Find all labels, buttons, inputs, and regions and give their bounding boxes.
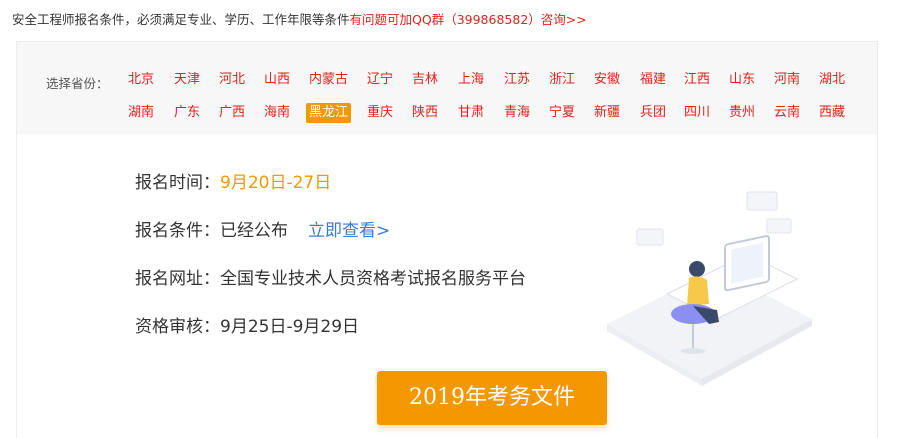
province-item[interactable]: 湖南 [125, 103, 157, 123]
province-item[interactable]: 山东 [726, 70, 758, 90]
province-item[interactable]: 湖北 [816, 70, 848, 90]
province-item[interactable]: 辽宁 [364, 70, 396, 90]
person-at-computer-illustration [607, 191, 812, 386]
province-item[interactable]: 浙江 [546, 70, 578, 90]
exam-info-panel: 选择省份： 北京 天津 河北 山西 内蒙古 辽宁 吉林 上海 江苏 浙江 安徽 福建 江西 山东 河南 湖北湖… [16, 41, 878, 438]
province-item[interactable]: 青海 [501, 103, 533, 123]
reg-time-value: 9月20日-27日 [220, 173, 332, 193]
province-item[interactable]: 海南 [261, 103, 293, 123]
province-item[interactable]: 兵团 [637, 103, 669, 123]
province-item[interactable]: 新疆 [591, 103, 623, 123]
review-row: 资格审核：9月25日-9月29日 [135, 312, 359, 337]
exam-info-content: 报名时间：9月20日-27日 报名条件：已经公布 立即查看> 报名网址：全国专业技… [17, 134, 877, 438]
province-item[interactable]: 广西 [216, 103, 248, 123]
province-item[interactable]: 甘肃 [455, 103, 487, 123]
notice-text: 安全工程师报名条件，必须满足专业、学历、工作年限等条件 [12, 12, 350, 27]
province-item[interactable]: 重庆 [364, 103, 396, 123]
province-item[interactable]: 云南 [771, 103, 803, 123]
province-item[interactable]: 北京 [125, 70, 157, 90]
province-item[interactable]: 广东 [171, 103, 203, 123]
qq-group-link[interactable]: 有问题可加QQ群（399868582）咨询>> [350, 12, 587, 27]
province-item[interactable]: 宁夏 [546, 103, 578, 123]
view-now-link[interactable]: 立即查看> [308, 221, 390, 241]
province-item[interactable]: 陕西 [409, 103, 441, 123]
province-label: 选择省份： [46, 76, 109, 91]
reg-site-value: 全国专业技术人员资格考试报名服务平台 [220, 269, 526, 289]
province-item[interactable]: 贵州 [726, 103, 758, 123]
reg-time-row: 报名时间：9月20日-27日 [135, 168, 331, 193]
province-item[interactable]: 天津 [171, 70, 203, 90]
province-item[interactable]: 黑龙江 [306, 103, 352, 123]
province-item[interactable]: 福建 [637, 70, 669, 90]
province-selector: 选择省份： 北京 天津 河北 山西 内蒙古 辽宁 吉林 上海 江苏 浙江 安徽 福建 江西 山东 河南 湖北湖… [17, 42, 877, 134]
notice-line: 安全工程师报名条件，必须满足专业、学历、工作年限等条件有问题可加QQ群（3998… [12, 9, 587, 28]
province-item[interactable]: 江西 [681, 70, 713, 90]
province-item[interactable]: 山西 [261, 70, 293, 90]
reg-time-label: 报名时间： [135, 173, 220, 193]
reg-condition-label: 报名条件： [135, 221, 220, 241]
province-item[interactable]: 吉林 [409, 70, 441, 90]
review-label: 资格审核： [135, 317, 220, 337]
province-item[interactable]: 四川 [681, 103, 713, 123]
review-value: 9月25日-9月29日 [220, 317, 360, 337]
province-item[interactable]: 河北 [216, 70, 248, 90]
province-item[interactable]: 安徽 [591, 70, 623, 90]
province-item[interactable]: 内蒙古 [306, 70, 351, 90]
exam-docs-button[interactable]: 2019年考务文件 [377, 371, 607, 425]
reg-condition-value: 已经公布 [220, 221, 288, 241]
province-item[interactable]: 西藏 [816, 103, 848, 123]
reg-condition-row: 报名条件：已经公布 立即查看> [135, 216, 390, 241]
reg-site-label: 报名网址： [135, 269, 220, 289]
province-item[interactable]: 江苏 [501, 70, 533, 90]
province-item[interactable]: 河南 [771, 70, 803, 90]
province-item[interactable]: 上海 [455, 70, 487, 90]
reg-site-row: 报名网址：全国专业技术人员资格考试报名服务平台 [135, 264, 526, 289]
qq-number: 399868582 [456, 12, 529, 27]
